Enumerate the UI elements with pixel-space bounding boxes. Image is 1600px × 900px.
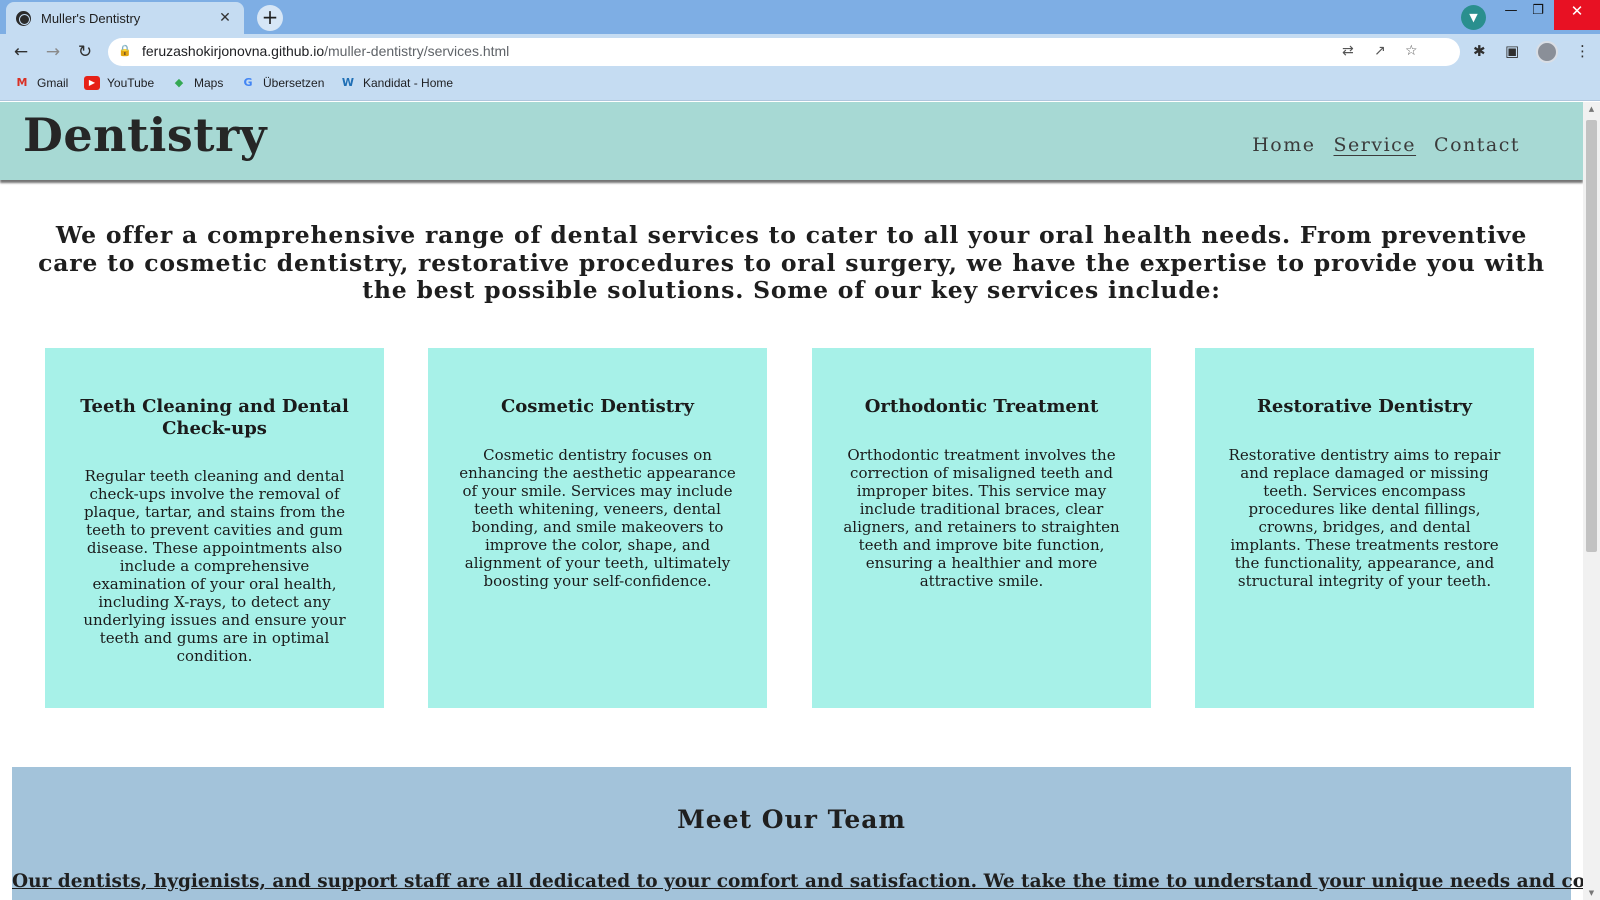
maps-icon: ◆ bbox=[174, 76, 184, 89]
kandidat-icon: W bbox=[341, 76, 355, 89]
back-arrow-icon[interactable]: ← bbox=[8, 40, 34, 66]
service-title: Restorative Dentistry bbox=[1256, 396, 1473, 417]
translate-icon[interactable]: ⇄ bbox=[1342, 43, 1354, 59]
extensions-icon[interactable]: ✱ bbox=[1473, 42, 1486, 60]
service-description: Orthodontic treatment involves the corre… bbox=[843, 445, 1120, 590]
team-heading: Meet Our Team bbox=[677, 805, 906, 834]
nav-contact-link[interactable]: Contact bbox=[1434, 134, 1520, 156]
globe-icon bbox=[16, 10, 31, 26]
forward-arrow-icon[interactable]: → bbox=[40, 40, 66, 66]
service-card-restorative: Restorative Dentistry Restorative dentis… bbox=[1195, 348, 1534, 708]
translate-bookmark-icon: G bbox=[243, 76, 253, 89]
bookmark-maps[interactable]: ◆ Maps bbox=[171, 76, 224, 90]
scroll-up-icon[interactable]: ▲ bbox=[1583, 102, 1600, 116]
address-bar[interactable]: 🔒 feruzashokirjonovna.github.io/muller-d… bbox=[108, 38, 1460, 66]
service-description: Cosmetic dentistry focuses on enhancing … bbox=[459, 445, 736, 590]
bookmark-kandidat[interactable]: W Kandidat - Home bbox=[340, 76, 453, 90]
url-text: feruzashokirjonovna.github.io/muller-den… bbox=[142, 43, 510, 59]
bookmark-star-icon[interactable]: ☆ bbox=[1405, 43, 1418, 59]
new-tab-button[interactable]: + bbox=[257, 5, 283, 31]
tab-strip: Muller's Dentistry ✕ + ▼ — ❐ ✕ bbox=[0, 0, 1600, 34]
bookmark-youtube[interactable]: ▶ YouTube bbox=[84, 76, 154, 90]
browser-toolbar: ← → ↻ 🔒 feruzashokirjonovna.github.io/mu… bbox=[0, 34, 1600, 70]
site-logo[interactable]: Dentistry bbox=[23, 108, 267, 162]
page-scrollbar[interactable]: ▲ ▼ bbox=[1583, 102, 1600, 900]
gmail-icon: M bbox=[16, 76, 28, 89]
service-card-orthodontic: Orthodontic Treatment Orthodontic treatm… bbox=[812, 348, 1151, 708]
side-panel-icon[interactable]: ▣ bbox=[1505, 42, 1519, 60]
youtube-icon: ▶ bbox=[84, 76, 100, 90]
main-nav: Home Service Contact bbox=[1252, 134, 1520, 156]
bookmarks-bar: M Gmail ▶ YouTube ◆ Maps G Übersetzen W Kandi… bbox=[0, 70, 1600, 101]
lock-icon: 🔒 bbox=[118, 44, 132, 57]
tab-search-icon[interactable]: ▼ bbox=[1461, 5, 1486, 30]
service-title: Cosmetic Dentistry bbox=[500, 396, 695, 417]
menu-dots-icon[interactable]: ⋮ bbox=[1575, 42, 1590, 60]
team-section: Meet Our Team Our dentists, hygienists, … bbox=[12, 767, 1583, 900]
page-viewport: Dentistry Home Service Contact We offer … bbox=[0, 102, 1583, 900]
bookmark-translate[interactable]: G Übersetzen bbox=[240, 76, 324, 90]
reload-icon[interactable]: ↻ bbox=[72, 40, 98, 66]
service-card-cosmetic: Cosmetic Dentistry Cosmetic dentistry fo… bbox=[428, 348, 767, 708]
nav-home-link[interactable]: Home bbox=[1252, 134, 1315, 156]
service-title: Orthodontic Treatment bbox=[864, 396, 1099, 417]
service-title: Teeth Cleaning and Dental Check-ups bbox=[80, 396, 349, 439]
share-icon[interactable]: ↗ bbox=[1374, 43, 1386, 59]
nav-service-link[interactable]: Service bbox=[1334, 134, 1417, 156]
scroll-down-icon[interactable]: ▼ bbox=[1583, 886, 1600, 900]
profile-avatar[interactable] bbox=[1536, 41, 1558, 63]
service-description: Restorative dentistry aims to repair and… bbox=[1228, 445, 1501, 590]
scrollbar-thumb[interactable] bbox=[1586, 120, 1597, 552]
services-intro: We offer a comprehensive range of dental… bbox=[38, 221, 1545, 304]
window-close-icon[interactable]: ✕ bbox=[1554, 0, 1600, 30]
tab-title: Muller's Dentistry bbox=[41, 10, 141, 26]
service-description: Regular teeth cleaning and dental check-… bbox=[83, 467, 346, 665]
service-card-cleaning: Teeth Cleaning and Dental Check-ups Regu… bbox=[45, 348, 384, 708]
services-grid: Teeth Cleaning and Dental Check-ups Regu… bbox=[45, 348, 1539, 708]
close-tab-icon[interactable]: ✕ bbox=[216, 10, 234, 26]
browser-tab[interactable]: Muller's Dentistry ✕ bbox=[6, 2, 244, 34]
site-header: Dentistry Home Service Contact bbox=[0, 102, 1583, 180]
team-description: Our dentists, hygienists, and support st… bbox=[12, 871, 1583, 892]
bookmark-gmail[interactable]: M Gmail bbox=[14, 76, 69, 90]
